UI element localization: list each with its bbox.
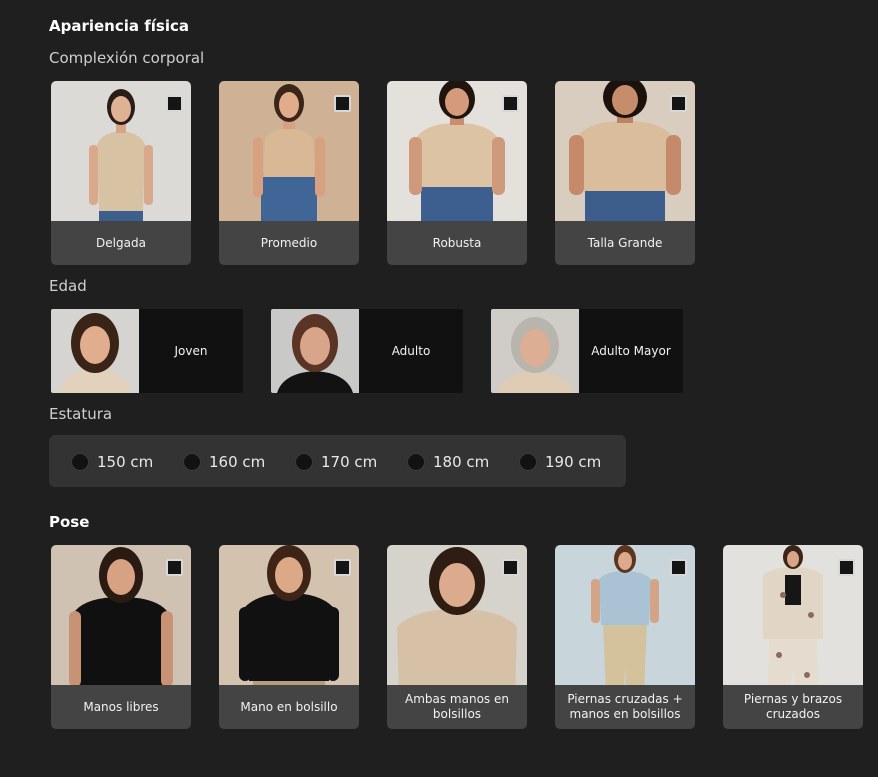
height-option-190[interactable]: 190 cm <box>519 451 601 473</box>
height-option-label: 160 cm <box>209 453 266 471</box>
pose-label-manos-libres: Manos libres <box>83 699 159 714</box>
pose-label-ambas-manos: Ambas manos en bolsillos <box>405 692 509 721</box>
pose-checkbox-mano-en-bolsillo[interactable] <box>334 559 351 576</box>
pose-card-piernas-cruzadas-manos[interactable]: Piernas cruzadas + manos en bolsillos <box>555 545 695 729</box>
age-photo-adulto <box>271 309 359 393</box>
age-label-adulto-mayor: Adulto Mayor <box>591 344 671 358</box>
radio-button[interactable] <box>295 453 313 471</box>
height-radio-group: 150 cm 160 cm 170 cm 180 cm 190 cm <box>49 435 626 487</box>
pose-card-mano-en-bolsillo[interactable]: Mano en bolsillo <box>219 545 359 729</box>
build-card-delgada[interactable]: Delgada <box>51 81 191 265</box>
pose-card-ambas-manos[interactable]: Ambas manos en bolsillos <box>387 545 527 729</box>
radio-button[interactable] <box>183 453 201 471</box>
age-photo-joven <box>51 309 139 393</box>
radio-button[interactable] <box>407 453 425 471</box>
height-option-170[interactable]: 170 cm <box>295 451 377 473</box>
age-card-adulto-mayor[interactable]: Adulto Mayor <box>491 309 683 393</box>
build-checkbox-promedio[interactable] <box>334 95 351 112</box>
pose-label-piernas-brazos-cruzados: Piernas y brazos cruzados <box>743 692 843 721</box>
height-option-label: 180 cm <box>433 453 490 471</box>
age-card-adulto[interactable]: Adulto <box>271 309 463 393</box>
build-label-talla-grande: Talla Grande <box>587 235 663 250</box>
height-option-150[interactable]: 150 cm <box>71 451 153 473</box>
build-card-robusta[interactable]: Robusta <box>387 81 527 265</box>
height-option-label: 190 cm <box>545 453 602 471</box>
appearance-title: Apariencia física <box>49 17 189 35</box>
build-checkbox-robusta[interactable] <box>502 95 519 112</box>
build-checkbox-talla-grande[interactable] <box>670 95 687 112</box>
radio-button[interactable] <box>519 453 537 471</box>
age-card-joven[interactable]: Joven <box>51 309 243 393</box>
height-option-160[interactable]: 160 cm <box>183 451 265 473</box>
pose-checkbox-piernas-cruzadas-manos[interactable] <box>670 559 687 576</box>
pose-label-mano-en-bolsillo: Mano en bolsillo <box>240 699 338 714</box>
height-option-label: 170 cm <box>321 453 378 471</box>
pose-title: Pose <box>49 513 90 531</box>
build-label-delgada: Delgada <box>96 235 146 250</box>
pose-checkbox-ambas-manos[interactable] <box>502 559 519 576</box>
height-title: Estatura <box>49 405 113 423</box>
radio-button[interactable] <box>71 453 89 471</box>
build-checkbox-delgada[interactable] <box>166 95 183 112</box>
age-label-joven: Joven <box>174 344 208 358</box>
build-card-promedio[interactable]: Promedio <box>219 81 359 265</box>
build-title: Complexión corporal <box>49 49 205 67</box>
build-card-talla-grande[interactable]: Talla Grande <box>555 81 695 265</box>
age-label-adulto: Adulto <box>391 344 431 358</box>
pose-label-piernas-cruzadas-manos: Piernas cruzadas + manos en bolsillos <box>567 692 683 721</box>
age-title: Edad <box>49 277 87 295</box>
height-option-label: 150 cm <box>97 453 154 471</box>
build-label-promedio: Promedio <box>260 235 318 250</box>
height-option-180[interactable]: 180 cm <box>407 451 489 473</box>
pose-card-piernas-brazos-cruzados[interactable]: Piernas y brazos cruzados <box>723 545 863 729</box>
pose-checkbox-piernas-brazos-cruzados[interactable] <box>838 559 855 576</box>
pose-checkbox-manos-libres[interactable] <box>166 559 183 576</box>
pose-card-manos-libres[interactable]: Manos libres <box>51 545 191 729</box>
build-label-robusta: Robusta <box>432 235 482 250</box>
age-photo-adulto-mayor <box>491 309 579 393</box>
